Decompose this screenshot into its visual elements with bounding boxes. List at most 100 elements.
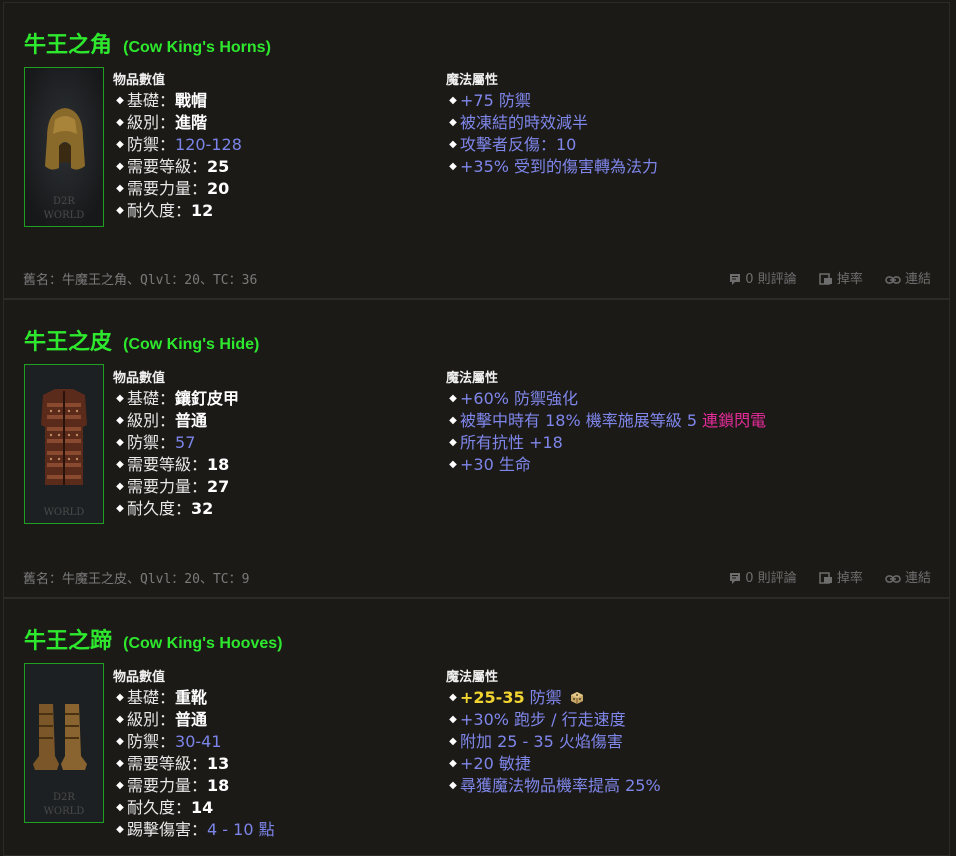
diamond-bullet-icon: ◆ [116, 714, 124, 725]
stat-defense: ◆ 防禦：57 [113, 432, 239, 454]
diamond-bullet-icon: ◆ [449, 736, 457, 747]
diamond-bullet-icon: ◆ [116, 117, 124, 128]
item-title-en: (Cow King's Hide) [123, 336, 260, 353]
comments-button[interactable]: 0 則評論 [729, 268, 797, 287]
card-actions: 0 則評論 掉率 連結 [711, 567, 931, 586]
item-title-en: (Cow King's Horns) [123, 39, 271, 56]
dice-icon[interactable] [570, 689, 584, 711]
diamond-bullet-icon: ◆ [116, 139, 124, 150]
stat-grade: ◆ 級別：進階 [113, 112, 242, 134]
svg-text:WORLD: WORLD [44, 210, 85, 221]
card-actions: 0 則評論 掉率 連結 [711, 268, 931, 287]
stat-req-str: ◆ 需要力量：20 [113, 178, 242, 200]
magic-list: ◆ +75 防禦 ◆ 被凍結的時效減半 ◆ 攻擊者反傷：10 ◆ +35% 受到的傷害轉… [446, 90, 658, 178]
legacy-note: 舊名：牛魔王之皮、Qlvl：20、TC：9 [23, 572, 250, 587]
diamond-bullet-icon: ◆ [116, 437, 124, 448]
magic-prop: ◆ +60% 防禦強化 [446, 388, 766, 410]
stat-req-level: ◆ 需要等級：13 [113, 753, 275, 775]
drop-rate-button[interactable]: 掉率 [819, 567, 863, 586]
diamond-bullet-icon: ◆ [449, 95, 457, 106]
item-title-row: 牛王之皮 (Cow King's Hide) [24, 324, 259, 356]
magic-prop: ◆ 尋獲魔法物品機率提高 25% [446, 775, 661, 797]
stat-base: ◆ 基礎：鑲釘皮甲 [113, 388, 239, 410]
diamond-bullet-icon: ◆ [449, 780, 457, 791]
magic-list: ◆ +60% 防禦強化 ◆ 被擊中時有 18% 機率施展等級 5 連鎖閃電 ◆ 所有抗… [446, 388, 766, 476]
drop-rate-button[interactable]: 掉率 [819, 268, 863, 287]
diamond-bullet-icon: ◆ [449, 393, 457, 404]
magic-prop: ◆ +35% 受到的傷害轉為法力 [446, 156, 658, 178]
stat-base: ◆ 基礎：戰帽 [113, 90, 242, 112]
link-icon [885, 276, 901, 284]
studded-leather-armor-image: WORLD [24, 364, 104, 524]
svg-text:WORLD: WORLD [44, 507, 85, 518]
magic-prop: ◆ +25-35 防禦 [446, 687, 661, 709]
diamond-bullet-icon: ◆ [449, 758, 457, 769]
diamond-bullet-icon: ◆ [116, 161, 124, 172]
diamond-bullet-icon: ◆ [116, 824, 124, 835]
drop-rate-icon [819, 273, 832, 285]
diamond-bullet-icon: ◆ [449, 117, 457, 128]
comment-icon [730, 573, 741, 584]
diamond-bullet-icon: ◆ [116, 459, 124, 470]
diamond-bullet-icon: ◆ [116, 802, 124, 813]
magic-header: 魔法屬性 [446, 371, 499, 386]
item-card-hide: 牛王之皮 (Cow King's Hide) WORLD 物品數值 ◆ 基礎：鑲釘… [3, 299, 950, 598]
diamond-bullet-icon: ◆ [449, 692, 457, 703]
item-title-row: 牛王之角 (Cow King's Horns) [24, 27, 271, 59]
stat-req-level: ◆ 需要等級：18 [113, 454, 239, 476]
comments-button[interactable]: 0 則評論 [729, 567, 797, 586]
diamond-bullet-icon: ◆ [116, 780, 124, 791]
magic-prop: ◆ 被擊中時有 18% 機率施展等級 5 連鎖閃電 [446, 410, 766, 432]
diamond-bullet-icon: ◆ [449, 161, 457, 172]
item-title[interactable]: 牛王之角 [24, 33, 112, 58]
svg-text:D2R: D2R [53, 792, 75, 803]
stats-header: 物品數值 [113, 73, 166, 88]
magic-prop: ◆ 被凍結的時效減半 [446, 112, 658, 134]
comment-icon [730, 274, 741, 285]
horns-hood-image: D2R WORLD [24, 67, 104, 227]
diamond-bullet-icon: ◆ [116, 692, 124, 703]
diamond-bullet-icon: ◆ [449, 415, 457, 426]
magic-prop: ◆ 攻擊者反傷：10 [446, 134, 658, 156]
magic-header: 魔法屬性 [446, 73, 499, 88]
drop-rate-icon [819, 572, 832, 584]
diamond-bullet-icon: ◆ [116, 736, 124, 747]
skill-link[interactable]: 連鎖閃電 [702, 411, 766, 430]
stats-list: ◆ 基礎：戰帽 ◆ 級別：進階 ◆ 防禦：120-128 ◆ 需要等級：25 ◆ 需要力量… [113, 90, 242, 222]
stat-kick-damage: ◆ 踢擊傷害：4 - 10 點 [113, 819, 274, 841]
magic-prop: ◆ +20 敏捷 [446, 753, 661, 775]
stat-grade: ◆ 級別：普通 [113, 709, 275, 731]
stat-durability: ◆ 耐久度：32 [113, 498, 239, 520]
stat-durability: ◆ 耐久度：12 [113, 200, 242, 222]
stat-req-str: ◆ 需要力量：27 [113, 476, 239, 498]
stat-req-level: ◆ 需要等級：25 [113, 156, 242, 178]
item-title-row: 牛王之蹄 (Cow King's Hooves) [24, 623, 282, 655]
stat-base: ◆ 基礎：重靴 [113, 687, 275, 709]
link-icon [885, 575, 901, 583]
item-title[interactable]: 牛王之蹄 [24, 629, 112, 654]
stats-list: ◆ 基礎：重靴 ◆ 級別：普通 ◆ 防禦：30-41 ◆ 需要等級：13 ◆ 需要力量：1… [113, 687, 275, 841]
link-button[interactable]: 連結 [885, 268, 931, 287]
variable-value: +25-35 [460, 688, 525, 707]
heavy-boots-image: D2R WORLD [24, 663, 104, 823]
diamond-bullet-icon: ◆ [449, 714, 457, 725]
magic-prop: ◆ 附加 25 - 35 火焰傷害 [446, 731, 661, 753]
diamond-bullet-icon: ◆ [116, 415, 124, 426]
magic-prop: ◆ 所有抗性 +18 [446, 432, 766, 454]
item-card-hooves: 牛王之蹄 (Cow King's Hooves) D2R WORLD 物品數值 … [3, 598, 950, 856]
diamond-bullet-icon: ◆ [116, 95, 124, 106]
stats-list: ◆ 基礎：鑲釘皮甲 ◆ 級別：普通 ◆ 防禦：57 ◆ 需要等級：18 ◆ 需要力量：27… [113, 388, 239, 520]
diamond-bullet-icon: ◆ [116, 393, 124, 404]
magic-list: ◆ +25-35 防禦 ◆ +30% 跑步 / 行走速度 ◆ 附加 25 - 35 火… [446, 687, 661, 797]
stat-req-str: ◆ 需要力量：18 [113, 775, 275, 797]
stats-header: 物品數值 [113, 670, 166, 685]
diamond-bullet-icon: ◆ [116, 183, 124, 194]
diamond-bullet-icon: ◆ [449, 437, 457, 448]
magic-prop: ◆ +30 生命 [446, 454, 766, 476]
magic-prop: ◆ +30% 跑步 / 行走速度 [446, 709, 661, 731]
item-title-en: (Cow King's Hooves) [123, 635, 283, 652]
item-title[interactable]: 牛王之皮 [24, 330, 112, 355]
item-card-horns: 牛王之角 (Cow King's Horns) D2R WORLD 物品數值 ◆… [3, 2, 950, 299]
link-button[interactable]: 連結 [885, 567, 931, 586]
magic-prop: ◆ +75 防禦 [446, 90, 658, 112]
